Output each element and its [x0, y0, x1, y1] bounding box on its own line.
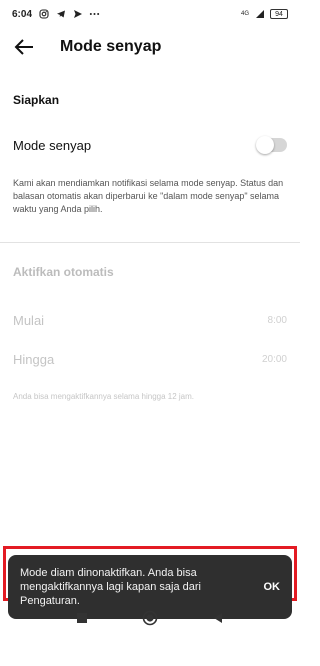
start-time-label: Mulai — [13, 312, 45, 328]
auto-enable-header: Aktifkan otomatis — [13, 265, 114, 279]
network-type: 4G — [240, 11, 249, 17]
recents-button[interactable] — [72, 608, 92, 628]
start-time-value: 8:00 — [267, 314, 287, 326]
back-button[interactable] — [2, 28, 46, 66]
instagram-icon — [38, 9, 49, 20]
status-time: 6:04 — [12, 8, 33, 20]
end-time-value: 20:00 — [261, 353, 287, 365]
battery-level: 94 — [275, 10, 283, 18]
back-nav-button[interactable] — [208, 608, 228, 628]
silent-mode-row[interactable]: Mode senyap — [0, 133, 300, 157]
status-right: 4G 94 — [241, 9, 288, 20]
status-left: 6:04 — [12, 9, 100, 20]
section-divider — [0, 242, 300, 243]
silent-mode-label: Mode senyap — [13, 137, 92, 153]
silent-mode-description: Kami akan mendiamkan notifikasi selama m… — [13, 178, 284, 214]
home-circle-icon — [142, 610, 158, 626]
end-time-row[interactable]: Hingga 20:00 — [0, 348, 300, 370]
send-icon — [72, 9, 83, 20]
silent-mode-toggle[interactable] — [256, 136, 287, 154]
start-time-row[interactable]: Mulai 8:00 — [0, 309, 300, 331]
home-button[interactable] — [140, 608, 160, 628]
battery-icon: 94 — [270, 9, 288, 19]
auto-enable-note: Anda bisa mengaktifkannya selama hingga … — [13, 392, 194, 401]
app-bar: Mode senyap — [0, 28, 300, 66]
snackbar-message: Mode diam dinonaktifkan. Anda bisa menga… — [20, 567, 202, 607]
system-nav-bar — [0, 604, 300, 632]
setup-section-header: Siapkan — [13, 93, 60, 107]
telegram-icon — [55, 9, 66, 20]
signal-icon — [254, 9, 265, 20]
more-dots-icon — [89, 9, 100, 20]
end-time-label: Hingga — [13, 351, 55, 367]
status-bar: 6:04 4G 94 — [0, 0, 300, 28]
arrow-left-icon — [14, 39, 33, 55]
page-title: Mode senyap — [60, 38, 162, 55]
snackbar-ok-button[interactable]: OK — [264, 581, 281, 593]
back-triangle-icon — [214, 613, 222, 623]
toggle-knob — [256, 136, 274, 154]
recents-square-icon — [77, 613, 87, 623]
